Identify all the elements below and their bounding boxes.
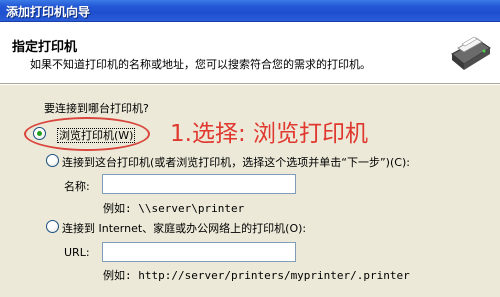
internet-printer-radio[interactable] [46,220,59,233]
browse-printer-label[interactable]: 浏览打印机(W) [57,127,136,143]
internet-printer-label[interactable]: 连接到 Internet、家庭或办公网络上的打印机(O): [62,220,306,236]
browse-printer-radio[interactable] [33,127,46,140]
page-subtitle: 如果不知道打印机的名称或地址，您可以搜索符合您的需求的打印机。 [30,58,371,71]
name-input[interactable] [102,174,296,194]
annotation-text: 1.选择: 浏览打印机 [170,121,369,147]
url-input[interactable] [102,242,296,262]
name-label: 名称: [64,180,90,193]
printer-question: 要连接到哪台打印机? [44,102,149,115]
window-title: 添加打印机向导 [6,5,91,19]
name-example: 例如: \\server\printer [103,202,245,215]
page-title: 指定打印机 [12,40,78,55]
connect-printer-label[interactable]: 连接到这台打印机(或者浏览打印机，选择这个选项并单击“下一步”)(C): [62,154,410,170]
url-label: URL: [64,246,90,259]
add-printer-wizard-window: 添加打印机向导 指定打印机 如果不知道打印机的名称或地址，您可以搜索符合您的需求… [0,0,500,297]
printer-icon [446,26,494,74]
wizard-content: 要连接到哪台打印机? 浏览打印机(W) 1.选择: 浏览打印机 连接到这台打印机… [0,86,500,297]
wizard-header: 指定打印机 如果不知道打印机的名称或地址，您可以搜索符合您的需求的打印机。 [0,22,500,84]
connect-printer-radio[interactable] [46,154,59,167]
url-example: 例如: http://server/printers/myprinter/.pr… [103,269,410,282]
header-divider [0,84,500,85]
title-bar[interactable]: 添加打印机向导 [0,0,500,22]
